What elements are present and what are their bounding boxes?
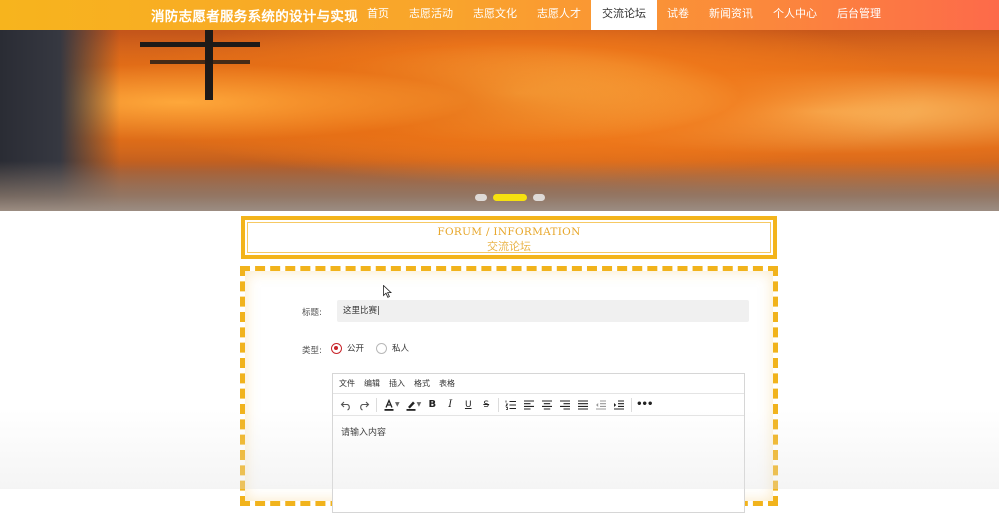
post-form: 标题: 这里比赛| 类型: 公开 私人 文件 编辑 插入 格式 表格 ▼ ▼ B… — [240, 266, 778, 513]
menu-item-volunteer-culture[interactable]: 志愿文化 — [463, 0, 527, 30]
more-icon[interactable]: ••• — [635, 396, 653, 414]
top-nav: 消防志愿者服务系统的设计与实现 首页 志愿活动 志愿文化 志愿人才 交流论坛 试… — [0, 0, 999, 30]
banner-smoke — [0, 161, 999, 211]
align-left-icon[interactable] — [520, 396, 538, 414]
type-option-private-label: 私人 — [392, 344, 410, 354]
font-color-caret-icon[interactable]: ▼ — [395, 401, 400, 408]
indent-icon[interactable] — [610, 396, 628, 414]
section-header-inner: FORUM / INFORMATION 交流论坛 — [247, 222, 771, 253]
italic-icon[interactable]: I — [441, 396, 459, 414]
menu-item-personal-center[interactable]: 个人中心 — [763, 0, 827, 30]
menu-item-volunteer-activities[interactable]: 志愿活动 — [399, 0, 463, 30]
section-title-en: FORUM / INFORMATION — [437, 226, 581, 238]
carousel-indicators — [475, 194, 545, 201]
type-label: 类型: — [302, 346, 322, 356]
editor-menu-table[interactable]: 表格 — [439, 378, 455, 389]
site-title[interactable]: 消防志愿者服务系统的设计与实现 — [151, 5, 358, 25]
main-menu: 首页 志愿活动 志愿文化 志愿人才 交流论坛 试卷 新闻资讯 个人中心 后台管理 — [357, 0, 891, 30]
banner-hose-pipe — [140, 42, 260, 47]
rich-text-editor: 文件 编辑 插入 格式 表格 ▼ ▼ B I U S ••• 请输入内容 — [332, 373, 745, 513]
editor-menu-format[interactable]: 格式 — [414, 378, 430, 389]
carousel-dot[interactable] — [475, 194, 487, 201]
radio-checked-icon — [331, 342, 342, 354]
radio-unchecked-icon — [376, 342, 387, 354]
banner-hose-pipe-vertical — [205, 30, 213, 100]
align-center-icon[interactable] — [538, 396, 556, 414]
strikethrough-icon[interactable]: S — [477, 396, 495, 414]
section-header: FORUM / INFORMATION 交流论坛 — [241, 216, 777, 259]
banner-hose-pipe-lower — [150, 60, 250, 64]
editor-toolbar: ▼ ▼ B I U S ••• — [333, 394, 744, 416]
title-label: 标题: — [302, 308, 322, 318]
title-input[interactable]: 这里比赛| — [337, 300, 749, 322]
menu-item-home[interactable]: 首页 — [357, 0, 399, 30]
underline-icon[interactable]: U — [459, 396, 477, 414]
type-radio-public[interactable]: 公开 — [331, 342, 364, 354]
section-title-cn: 交流论坛 — [487, 240, 531, 253]
menu-item-news[interactable]: 新闻资讯 — [699, 0, 763, 30]
align-right-icon[interactable] — [556, 396, 574, 414]
toolbar-separator — [498, 397, 500, 412]
menu-item-volunteer-talent[interactable]: 志愿人才 — [527, 0, 591, 30]
editor-menu-file[interactable]: 文件 — [339, 378, 355, 389]
carousel-dot[interactable] — [533, 194, 545, 201]
bold-icon[interactable]: B — [423, 396, 441, 414]
outdent-icon[interactable] — [592, 396, 610, 414]
numbered-list-icon[interactable] — [502, 396, 520, 414]
type-option-public-label: 公开 — [347, 344, 365, 354]
type-radio-private[interactable]: 私人 — [376, 342, 409, 354]
editor-menu-edit[interactable]: 编辑 — [364, 378, 380, 389]
toolbar-separator — [376, 397, 377, 412]
editor-content-area[interactable]: 请输入内容 — [333, 416, 744, 447]
mouse-cursor-icon — [383, 285, 392, 298]
highlight-caret-icon[interactable]: ▼ — [417, 401, 422, 408]
editor-menubar: 文件 编辑 插入 格式 表格 — [333, 374, 744, 394]
editor-menu-insert[interactable]: 插入 — [389, 378, 405, 389]
carousel-dot-active[interactable] — [493, 194, 527, 201]
menu-item-forum[interactable]: 交流论坛 — [591, 0, 657, 30]
align-justify-icon[interactable] — [574, 396, 592, 414]
menu-item-exam[interactable]: 试卷 — [657, 0, 699, 30]
menu-item-admin[interactable]: 后台管理 — [827, 0, 891, 30]
undo-icon[interactable] — [337, 396, 355, 414]
hero-carousel[interactable] — [0, 30, 999, 211]
redo-icon[interactable] — [355, 396, 373, 414]
toolbar-separator — [631, 397, 633, 412]
